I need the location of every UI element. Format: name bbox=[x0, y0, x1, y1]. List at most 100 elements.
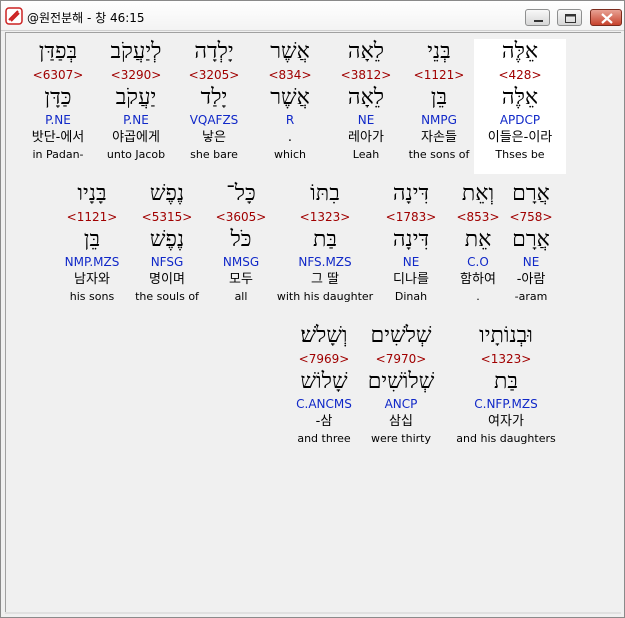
maximize-icon bbox=[565, 14, 576, 23]
hebrew-word: אֵלֶּה bbox=[501, 39, 539, 64]
word-column[interactable]: בָּנָיו <1121> בֵּן NMP.MZS 남자와 his sons bbox=[54, 181, 130, 304]
word-column[interactable]: וְשָׁלֹשׁ׃ <7969> שָׁלוֹשׁ C.ANCMS -삼 and thr… bbox=[284, 323, 364, 446]
word-column[interactable]: לְיַעֲקֹב <3290> יַעֲקֹב P.NE 야곱에게 unto Jacob bbox=[97, 39, 175, 162]
english-gloss: which bbox=[273, 148, 307, 161]
word-column[interactable]: אֲשֶׁר <834> אֲשֶׁר R. which bbox=[260, 39, 320, 162]
korean-gloss: 그 딸 bbox=[310, 272, 340, 287]
korean-gloss: . bbox=[287, 130, 293, 145]
parsing-code: P.NE bbox=[123, 113, 149, 127]
parsing-code: C.ANCMS bbox=[296, 397, 352, 411]
hebrew-word: אֲשֶׁר bbox=[270, 39, 310, 64]
hebrew-word: וּבְנוֹתָיו bbox=[479, 323, 533, 348]
word-column[interactable]: אֵלֶּה <428> אֵלֶּה APDCP 이들은-이라 Thses be bbox=[474, 39, 566, 174]
korean-gloss: 모두 bbox=[229, 272, 253, 287]
word-column[interactable]: שְׁלֹשִׁים <7970> שְׁלוֹשִׁים ANCP 삼십 were th… bbox=[361, 323, 441, 446]
minimize-button[interactable] bbox=[525, 9, 550, 26]
korean-gloss: 여자가 bbox=[488, 414, 524, 429]
lexical-form: בַּת bbox=[312, 227, 338, 252]
korean-gloss: 낳은 bbox=[202, 130, 226, 145]
hebrew-word: לֵאָה bbox=[347, 39, 385, 64]
strong-number: <1323> bbox=[299, 210, 351, 224]
word-column[interactable]: לֵאָה <3812> לֵאָה NE 레아가 Leah bbox=[329, 39, 403, 162]
strong-number: <6307> bbox=[32, 68, 84, 82]
hebrew-word: בְּנֵי bbox=[427, 39, 451, 64]
word-column[interactable]: וְאֵת <853> אֵת C.O 함하여. bbox=[453, 181, 503, 304]
english-gloss: Leah bbox=[352, 148, 380, 161]
korean-gloss: 남자와 bbox=[74, 272, 110, 287]
parsing-code: NMSG bbox=[222, 255, 260, 269]
lexical-form: שָׁלוֹשׁ bbox=[300, 369, 348, 394]
strong-number: <834> bbox=[268, 68, 312, 82]
lexical-form: אֲשֶׁר bbox=[270, 85, 310, 110]
english-gloss: she bare bbox=[190, 148, 238, 161]
title-bar[interactable]: @원전분해 - 창 46:15 bbox=[1, 1, 624, 31]
app-icon bbox=[5, 7, 23, 25]
frame-bottom bbox=[5, 612, 621, 614]
word-column[interactable]: בְּנֵי <1121> בֵּן NMPG 자손들 the sons of bbox=[399, 39, 479, 162]
hebrew-word: וְשָׁלֹשׁ׃ bbox=[300, 323, 348, 348]
interlinear-panel[interactable]: אֵלֶּה <428> אֵלֶּה APDCP 이들은-이라 Thses be בְּנ… bbox=[5, 32, 621, 612]
minimize-icon bbox=[534, 20, 543, 22]
lexical-form: לֵאָה bbox=[347, 85, 385, 110]
lexical-form: יַעֲקֹב bbox=[115, 85, 157, 110]
english-gloss: unto Jacob bbox=[106, 148, 166, 161]
word-column[interactable]: נֶפֶשׁ <5315> נֶפֶשׁ NFSG 명이며 the souls of bbox=[127, 181, 207, 304]
maximize-button[interactable] bbox=[557, 9, 582, 26]
lexical-form: אֵת bbox=[464, 227, 492, 252]
korean-gloss: -아람 bbox=[516, 272, 546, 287]
lexical-form: בַּת bbox=[493, 369, 519, 394]
lexical-form: נֶפֶשׁ bbox=[149, 227, 185, 252]
strong-number: <758> bbox=[509, 210, 553, 224]
word-column[interactable]: יָלְדָה <3205> יָלַד VQAFZS 낳은 she bare bbox=[177, 39, 251, 162]
korean-gloss: 삼십 bbox=[389, 414, 413, 429]
english-gloss: Thses be bbox=[495, 148, 545, 161]
hebrew-word: בָּנָיו bbox=[77, 181, 107, 206]
lexical-form: יָלַד bbox=[200, 85, 228, 110]
parsing-code: VQAFZS bbox=[189, 113, 239, 127]
english-gloss: and his daughters bbox=[456, 432, 556, 445]
strong-number: <428> bbox=[498, 68, 542, 82]
english-gloss: with his daughter bbox=[276, 290, 374, 303]
parsing-code: NE bbox=[402, 255, 420, 269]
word-column[interactable]: דִּינָה <1783> דִּינָה NE 디나를 Dinah bbox=[376, 181, 446, 304]
korean-gloss: 함하여 bbox=[460, 272, 496, 287]
hebrew-word: וְאֵת bbox=[461, 181, 495, 206]
hebrew-word: שְׁלֹשִׁים bbox=[370, 323, 432, 348]
parsing-code: ANCP bbox=[384, 397, 418, 411]
strong-number: <1121> bbox=[66, 210, 118, 224]
parsing-code: C.O bbox=[467, 255, 489, 269]
strong-number: <3812> bbox=[340, 68, 392, 82]
hebrew-word: בִתּוֹ bbox=[310, 181, 340, 206]
korean-gloss: 이들은-이라 bbox=[487, 130, 553, 145]
parsing-code: R bbox=[285, 113, 295, 127]
english-gloss: the souls of bbox=[135, 290, 199, 303]
korean-gloss: -삼 bbox=[315, 414, 333, 429]
hebrew-word: נֶפֶשׁ bbox=[149, 181, 185, 206]
korean-gloss: 밧단-에서 bbox=[31, 130, 85, 145]
parsing-code: NMPG bbox=[421, 113, 457, 127]
parsing-code: NFSG bbox=[150, 255, 184, 269]
strong-number: <1121> bbox=[413, 68, 465, 82]
parsing-code: APDCP bbox=[499, 113, 541, 127]
word-column[interactable]: בְּפַדַּן <6307> כַּדָּן P.NE 밧단-에서 in Padan- bbox=[18, 39, 98, 162]
english-gloss: all bbox=[234, 290, 248, 303]
word-column[interactable]: וּבְנוֹתָיו <1323> בַּת C.NFP.MZS 여자가 and his… bbox=[451, 323, 561, 446]
word-column[interactable]: אֲרָם <758> אֲרָם NE -아람 -aram bbox=[501, 181, 561, 304]
lexical-form: בֵּן bbox=[430, 85, 448, 110]
word-column[interactable]: בִתּוֹ <1323> בַּת NFS.MZS 그 딸 with his daugh… bbox=[275, 181, 375, 304]
close-button[interactable] bbox=[590, 9, 622, 26]
korean-gloss: 디나를 bbox=[393, 272, 429, 287]
lexical-form: אֵלֶּה bbox=[501, 85, 539, 110]
app-window: @원전분해 - 창 46:15 אֵלֶּה <428> אֵלֶּה APDCP 이들… bbox=[0, 0, 625, 618]
parsing-code: P.NE bbox=[45, 113, 71, 127]
strong-number: <3290> bbox=[110, 68, 162, 82]
strong-number: <3205> bbox=[188, 68, 240, 82]
english-gloss: were thirty bbox=[371, 432, 431, 445]
korean-gloss: 야곱에게 bbox=[112, 130, 160, 145]
lexical-form: שְׁלוֹשִׁים bbox=[367, 369, 435, 394]
hebrew-word: כָּל־ bbox=[226, 181, 256, 206]
parsing-code: NFS.MZS bbox=[298, 255, 352, 269]
word-column[interactable]: כָּל־ <3605> כֹּל NMSG 모두 all bbox=[201, 181, 281, 304]
english-gloss: and three bbox=[297, 432, 351, 445]
lexical-form: דִּינָה bbox=[392, 227, 430, 252]
